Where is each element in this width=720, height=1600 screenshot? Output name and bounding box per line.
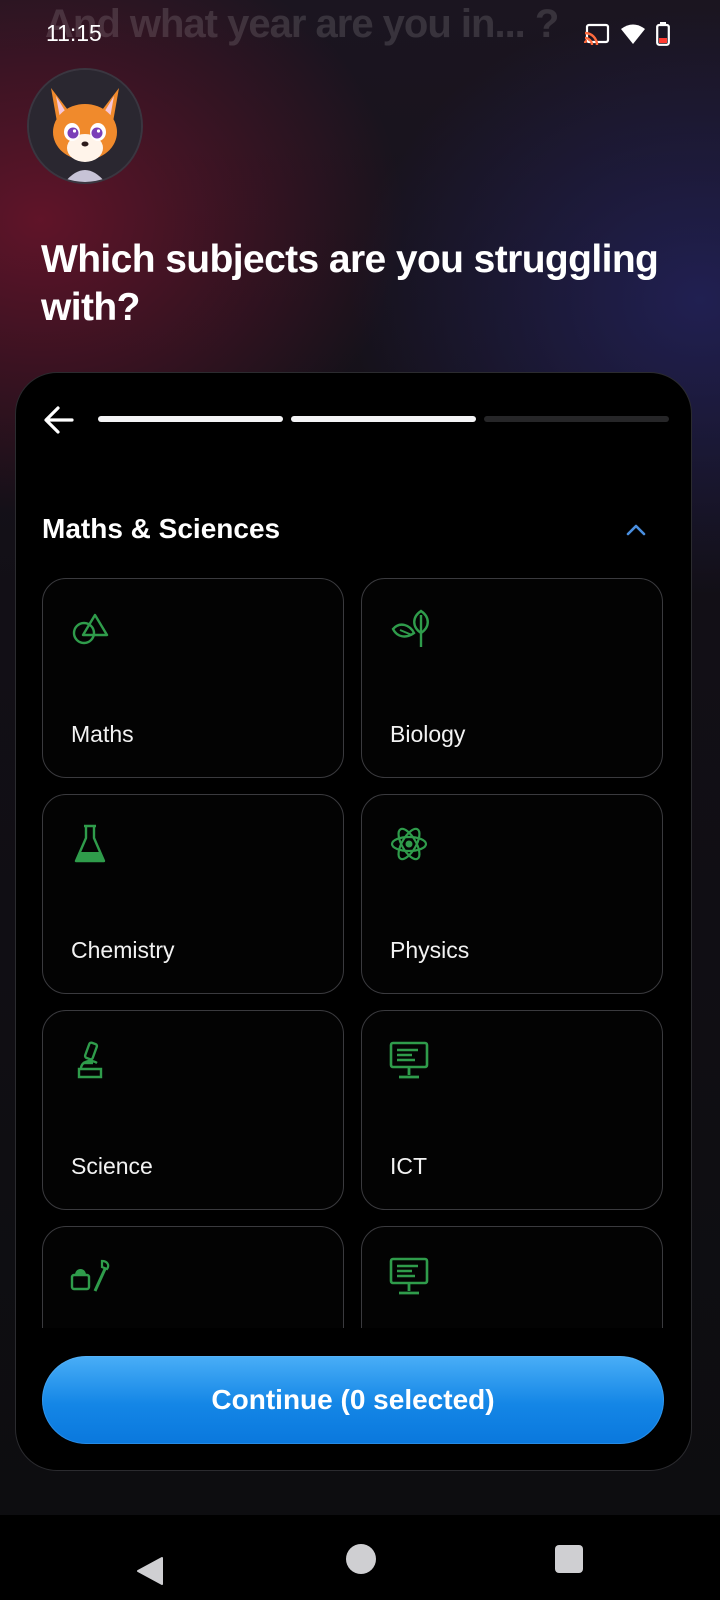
subject-card-chemistry[interactable]: Chemistry: [42, 794, 344, 994]
progress-bar: [98, 416, 669, 422]
subject-label: ICT: [390, 1153, 428, 1179]
subject-label: Physics: [390, 937, 470, 963]
subject-card-maths[interactable]: Maths: [42, 578, 344, 778]
continue-button[interactable]: Continue (0 selected): [42, 1356, 664, 1444]
progress-segment: [291, 416, 476, 422]
subject-card-design-technology[interactable]: [42, 1226, 344, 1328]
subject-label: Chemistry: [71, 937, 175, 963]
wifi-icon: [621, 24, 645, 44]
fox-mascot-avatar: [27, 68, 143, 184]
subject-card-physics[interactable]: Physics: [361, 794, 663, 994]
chevron-up-icon: [626, 524, 646, 536]
subject-card-science[interactable]: Science: [42, 1010, 344, 1210]
tools-icon: [70, 1259, 110, 1292]
nav-home-button[interactable]: [346, 1544, 376, 1574]
subject-card-ict[interactable]: ICT: [361, 1010, 663, 1210]
cast-icon: [584, 23, 610, 45]
collapse-section-button[interactable]: [625, 519, 647, 541]
section-title: Maths & Sciences: [42, 513, 281, 544]
nav-back-icon[interactable]: [136, 1556, 164, 1586]
arrow-left-icon: [44, 406, 74, 434]
subject-card-biology[interactable]: Biology: [361, 578, 663, 778]
microscope-icon: [77, 1041, 103, 1079]
battery-icon: [656, 22, 670, 46]
subject-label: Science: [71, 1153, 153, 1179]
status-icons: [584, 22, 670, 46]
computer-monitor-icon: [389, 1257, 429, 1295]
subject-label: Biology: [390, 721, 466, 747]
atom-icon: [390, 827, 428, 861]
shapes-icon: [72, 613, 109, 645]
flask-icon: [74, 824, 106, 863]
progress-segment: [484, 416, 669, 422]
subject-grid: Maths Biology Chemistry Physics Science …: [42, 578, 667, 1328]
question-heading: Which subjects are you struggling with?: [41, 238, 659, 329]
back-button[interactable]: [42, 403, 76, 437]
status-time: 11:15: [46, 20, 102, 46]
leaf-plant-icon: [391, 609, 429, 647]
nav-recents-button[interactable]: [555, 1545, 583, 1573]
computer-monitor-icon: [389, 1041, 429, 1079]
fox-mascot-icon: [29, 70, 141, 182]
progress-segment: [98, 416, 283, 422]
subject-label: Maths: [71, 721, 134, 747]
subject-card-computing[interactable]: [361, 1226, 663, 1328]
subject-picker-sheet: Maths & Sciences Maths Biology Chemistry…: [15, 372, 692, 1471]
previous-question-ghost: And what year are you in... ?: [45, 2, 559, 46]
